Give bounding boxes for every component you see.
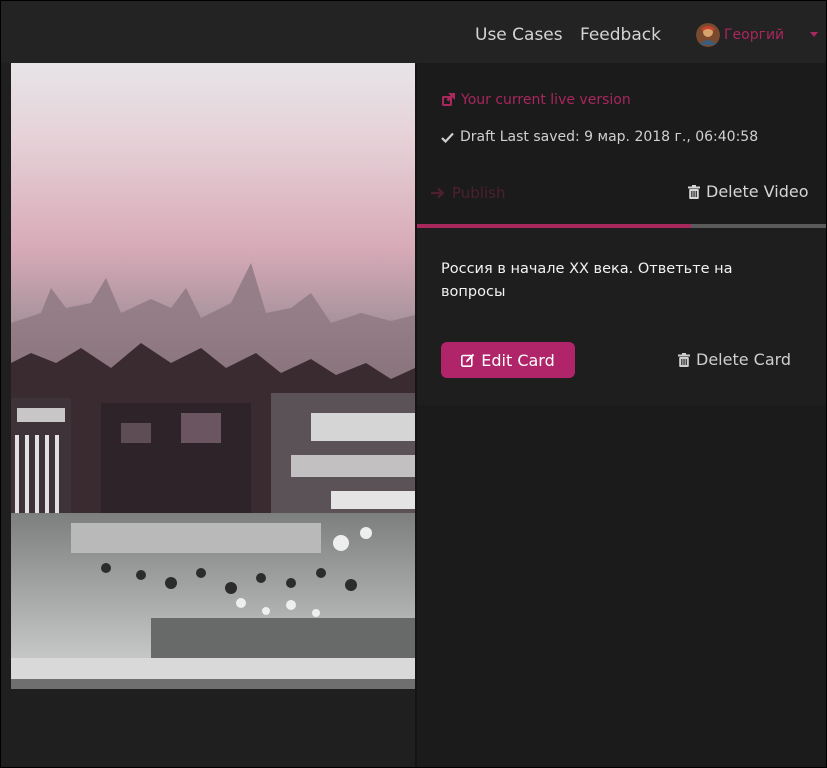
user-name-menu[interactable]: Георгий — [724, 27, 784, 43]
trash-icon — [688, 184, 700, 199]
delete-card-button[interactable]: Delete Card — [678, 350, 791, 369]
nav-use-cases-link[interactable]: Use Cases — [475, 25, 563, 45]
trash-icon — [678, 352, 690, 367]
chevron-down-icon[interactable] — [810, 32, 818, 37]
card-text: Россия в начале XX века. Ответьте на воп… — [441, 261, 733, 300]
video-frame-image — [11, 63, 415, 679]
draft-saved-label: Draft Last saved: 9 мар. 2018 г., 06:40:… — [460, 129, 759, 145]
top-nav-bar: Use Cases Feedback Георгий — [1, 1, 826, 63]
edit-card-button[interactable]: Edit Card — [441, 342, 575, 378]
video-panel — [1, 63, 415, 767]
publish-button[interactable]: Publish — [431, 184, 505, 202]
draft-status: Draft Last saved: 9 мар. 2018 г., 06:40:… — [441, 129, 758, 145]
publish-label: Publish — [452, 184, 506, 202]
delete-video-label: Delete Video — [706, 182, 809, 201]
delete-video-button[interactable]: Delete Video — [688, 182, 808, 201]
arrow-right-icon — [431, 187, 445, 199]
video-player[interactable] — [11, 63, 415, 679]
video-controls-bar[interactable] — [11, 679, 415, 689]
check-icon — [441, 132, 454, 143]
live-version-label: Your current live version — [461, 92, 631, 108]
video-details-panel: Your current live version Draft Last sav… — [417, 63, 826, 767]
delete-card-label: Delete Card — [696, 350, 792, 369]
edit-card-label: Edit Card — [481, 350, 555, 370]
app-window: Use Cases Feedback Георгий Your current … — [0, 0, 827, 768]
external-link-icon — [441, 93, 455, 107]
card-panel: Россия в начале XX века. Ответьте на воп… — [417, 228, 826, 405]
nav-feedback-link[interactable]: Feedback — [580, 25, 661, 45]
user-avatar[interactable] — [696, 23, 720, 47]
edit-icon — [461, 353, 475, 367]
live-version-link[interactable]: Your current live version — [441, 92, 631, 108]
